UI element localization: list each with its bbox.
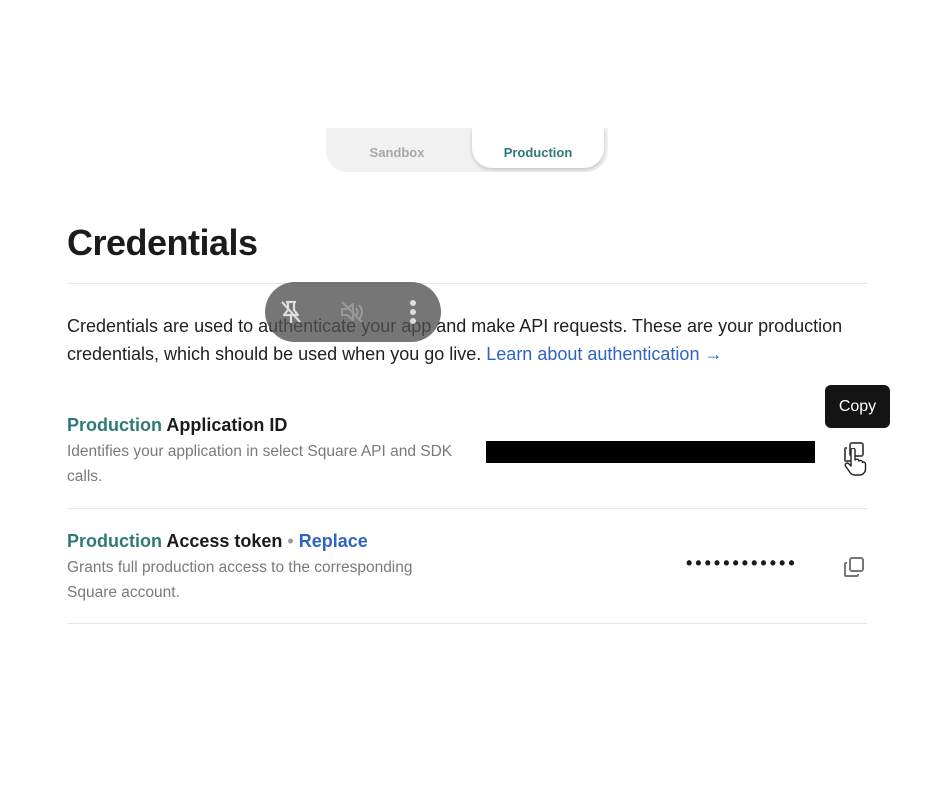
copy-tooltip: Copy	[825, 385, 890, 428]
video-overlay-controls	[265, 282, 441, 342]
tab-production[interactable]: Production	[472, 128, 604, 168]
replace-token-link[interactable]: Replace	[299, 531, 368, 551]
environment-toggle: Sandbox Production	[326, 128, 608, 172]
app-id-env-label: Production	[67, 415, 162, 435]
page-title: Credentials	[67, 222, 258, 263]
access-token-env-label: Production	[67, 531, 162, 551]
app-id-label: Application ID	[166, 415, 288, 435]
title-divider	[67, 283, 867, 284]
tab-sandbox[interactable]: Sandbox	[326, 128, 468, 168]
copy-icon	[844, 557, 864, 577]
bottom-divider	[67, 623, 867, 624]
access-token-label: Access token	[166, 531, 283, 551]
access-token-description: Grants full production access to the cor…	[67, 559, 413, 601]
learn-about-authentication-link[interactable]: Learn about authentication →	[486, 344, 722, 364]
app-id-value-redacted	[486, 441, 815, 463]
access-token-masked-value: ••••••••••••	[686, 553, 798, 573]
more-vertical-icon[interactable]	[399, 298, 427, 326]
app-id-description: Identifies your application in select Sq…	[67, 443, 453, 485]
access-token-title: Production Access token • Replace	[67, 531, 368, 552]
app-id-title: Production Application ID	[67, 415, 287, 436]
title-separator: •	[287, 531, 294, 551]
copy-access-token-button[interactable]	[842, 555, 866, 579]
hand-cursor-icon	[843, 447, 867, 476]
intro-paragraph: Credentials are used to authenticate you…	[67, 312, 867, 368]
volume-off-icon[interactable]	[338, 298, 366, 326]
pin-off-icon[interactable]	[277, 298, 305, 326]
row-divider	[67, 508, 867, 509]
intro-text: Credentials are used to authenticate you…	[67, 316, 843, 364]
